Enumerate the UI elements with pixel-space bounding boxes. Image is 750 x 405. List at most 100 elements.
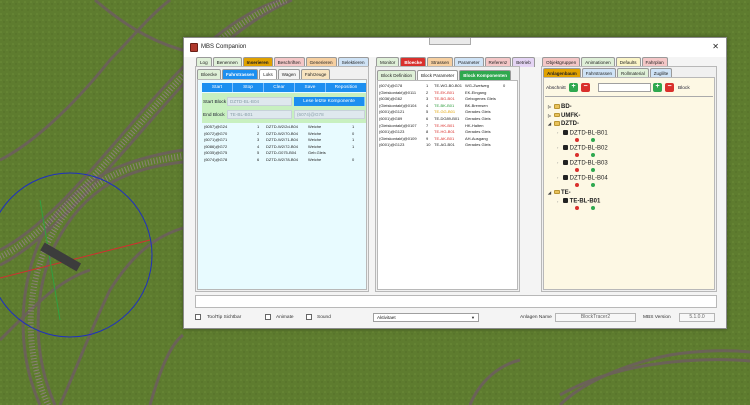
table-cell: Weiche: [308, 137, 322, 143]
animate-label: Animate: [276, 315, 294, 320]
table-row[interactable]: (6035)@G75 5 DZTD-G075-B04 Geb.Gleis: [202, 150, 366, 157]
table-cell: BK-Bremsen: [465, 102, 488, 108]
table-cell: 1: [426, 83, 429, 88]
animate-checkbox[interactable]: [265, 314, 271, 320]
table-row[interactable]: (6001)@G123 10 TE-AG-B01 Gerades Gleis: [379, 142, 517, 149]
tree-node-te[interactable]: ◢ TE-: [548, 189, 571, 196]
table-cell: DZTD-W2/78-B04: [266, 156, 299, 162]
tooltip-checkbox-group[interactable]: [195, 314, 201, 321]
table-cell: 8: [426, 129, 429, 135]
green-status-dot-icon: [591, 152, 595, 157]
table-row[interactable]: (6071)@G71 3 DZTD-W2/71-B04 Weiche 1: [202, 137, 366, 144]
table-cell: DZTD-W2/70-B04: [266, 130, 299, 136]
table-cell: 5: [426, 109, 429, 115]
table-cell: Gerades Gleis: [465, 129, 491, 135]
table-row[interactable]: (6001)@G121 5 TE-GG-B01 Gerades Gleis: [379, 109, 517, 116]
table-cell: (6036)@G62: [379, 96, 403, 102]
table-cell: 3: [426, 96, 429, 102]
tree-node-label: BD-: [561, 104, 572, 110]
table-row[interactable]: (6072)@G70 2 DZTD-W2/70-B04 Weiche 0: [202, 131, 366, 138]
left-sub-tabs: Bloecke Fahrstrassen Loks Wagen Fahrzeuge: [197, 69, 331, 79]
green-status-dot-icon: [591, 206, 595, 210]
tree-node-umfk[interactable]: ▷ UMFK-: [548, 112, 580, 119]
tree-node-bd[interactable]: ▷ BD-: [548, 104, 572, 110]
tab-block-komponenten[interactable]: Block Komponenten: [459, 70, 512, 80]
table-row[interactable]: (Gleiskontakt)@0111 2 TE-EK-B01 EK-Eingang: [379, 90, 517, 97]
tab-fahrzeuge[interactable]: Fahrzeuge: [300, 69, 331, 79]
table-row[interactable]: (6086)@G72 4 DZTD-W2/72-B04 Weiche 1: [202, 144, 366, 151]
start-button[interactable]: Start: [202, 83, 233, 92]
table-cell: HK-Halten: [465, 122, 484, 128]
table-cell: TE-BK-B01: [434, 102, 455, 108]
tree-child-dztd-bl-b04[interactable]: › DZTD-BL-B04: [557, 174, 608, 181]
tree-child-label: DZTD-BL-B01: [569, 130, 608, 136]
tab-wagen[interactable]: Wagen: [277, 69, 300, 79]
left-button-row: Start Stop Clear Save Reposition: [202, 83, 366, 92]
table-cell: (Gleiskontakt)@0104: [379, 102, 417, 108]
sound-label: Sound: [317, 315, 331, 320]
table-row[interactable]: (Gleiskontakt)@0109 9 TE-AK-B01 AH-Ausgang: [379, 136, 517, 143]
tab-fahrstrassen[interactable]: Fahrstrassen: [222, 69, 259, 79]
table-row[interactable]: (Gleiskontakt)@0104 4 TE-BK-B01 BK-Bremsen: [379, 103, 517, 110]
section-field[interactable]: [598, 83, 651, 92]
remove-block-button[interactable]: −: [665, 83, 674, 92]
remove-section-button[interactable]: −: [581, 83, 590, 92]
add-section-button[interactable]: +: [569, 83, 578, 92]
table-cell: 9: [426, 135, 429, 141]
save-button[interactable]: Save: [295, 83, 326, 92]
anlagen-name-field: BlockTracer2: [555, 313, 636, 322]
start-block-field[interactable]: DZTD-BL-B04: [227, 97, 292, 106]
animate-checkbox-group[interactable]: [265, 314, 271, 321]
tab-block-parameter[interactable]: Block Parameter: [417, 70, 459, 80]
activity-dropdown[interactable]: Aktivitaet ▼: [373, 313, 479, 322]
sound-checkbox-group[interactable]: [306, 314, 312, 321]
tree-child-dztd-bl-b01[interactable]: › DZTD-BL-B01: [557, 129, 608, 136]
table-row[interactable]: (6074)@G78 1 TE-WG-B0-B01 WG-Zweiweg 0: [379, 83, 517, 90]
table-cell: (6001)@G121: [379, 109, 405, 115]
table-cell: 1: [352, 137, 355, 143]
table-row[interactable]: (6001)@G89 6 TE-DG89-B01 Gerades Gleis: [379, 116, 517, 123]
add-block-button[interactable]: +: [653, 83, 662, 92]
red-status-dot-icon: [575, 182, 579, 187]
tree-child-dztd-bl-b03[interactable]: › DZTD-BL-B03: [557, 159, 608, 166]
tooltip-checkbox[interactable]: [195, 314, 201, 320]
table-cell: (Gleiskontakt)@0109: [379, 135, 417, 141]
reposition-button[interactable]: Reposition: [326, 83, 366, 92]
table-cell: (6072)@G70: [204, 130, 228, 136]
tree-child-te-bl-b01[interactable]: › TE-BL-B01: [557, 198, 600, 205]
activity-value: Aktivitaet: [377, 315, 396, 320]
table-cell: Weiche: [308, 124, 322, 129]
table-row[interactable]: (6001)@G123 8 TE-HG-B01 Gerades Gleis: [379, 129, 517, 136]
table-row[interactable]: (6074)@G78 6 DZTD-W2/78-B04 Weiche 0: [202, 157, 366, 164]
tab-loks[interactable]: Loks: [259, 69, 277, 79]
tab-block-definition[interactable]: Block Definition: [377, 70, 417, 80]
table-cell: TE-BG-B01: [434, 96, 455, 102]
read-last-component-button[interactable]: Lese letzte Komponente: [294, 97, 365, 106]
end-block-field[interactable]: TE-BL-B01: [227, 110, 292, 119]
tab-bloecke[interactable]: Bloecke: [197, 69, 222, 79]
table-cell: TE-WG-B0-B01: [434, 83, 463, 88]
end-block-component-field[interactable]: (6074)@G78: [294, 110, 365, 119]
tree-child-label: DZTD-BL-B03: [569, 160, 608, 166]
table-cell: EK-Eingang: [465, 89, 487, 95]
table-cell: (Gleiskontakt)@0111: [379, 89, 417, 95]
tree-node-label: DZTD-: [561, 121, 579, 127]
tree-node-dztd[interactable]: ◢ DZTD-: [548, 121, 579, 127]
table-cell: Gerades Gleis: [465, 142, 491, 148]
table-cell: 0: [352, 130, 355, 136]
table-cell: 0: [503, 83, 506, 88]
sound-checkbox[interactable]: [306, 314, 312, 320]
mbs-version-label: MBS Version: [643, 315, 671, 320]
table-row[interactable]: (Gleiskontakt)@0107 7 TE-HK-B01 HK-Halten: [379, 123, 517, 130]
app-window: MBS Companion ✕ Log Benennen Inserieren Bes…: [183, 37, 727, 329]
table-cell: 3: [257, 137, 260, 143]
stop-button[interactable]: Stop: [233, 83, 264, 92]
table-row[interactable]: (6036)@G62 3 TE-BG-B01 Gebogenes Gleis: [379, 96, 517, 103]
window-drag-handle[interactable]: [429, 38, 471, 45]
tree-child-dztd-bl-b02[interactable]: › DZTD-BL-B02: [557, 144, 608, 151]
table-cell: 7: [426, 122, 429, 128]
table-cell: WG-Zweiweg: [465, 83, 490, 88]
close-icon[interactable]: ✕: [712, 42, 719, 51]
table-row[interactable]: (6057)@G24 1 DZTD-W2/2d-B04 Weiche 1: [202, 124, 366, 131]
clear-button[interactable]: Clear: [264, 83, 295, 92]
